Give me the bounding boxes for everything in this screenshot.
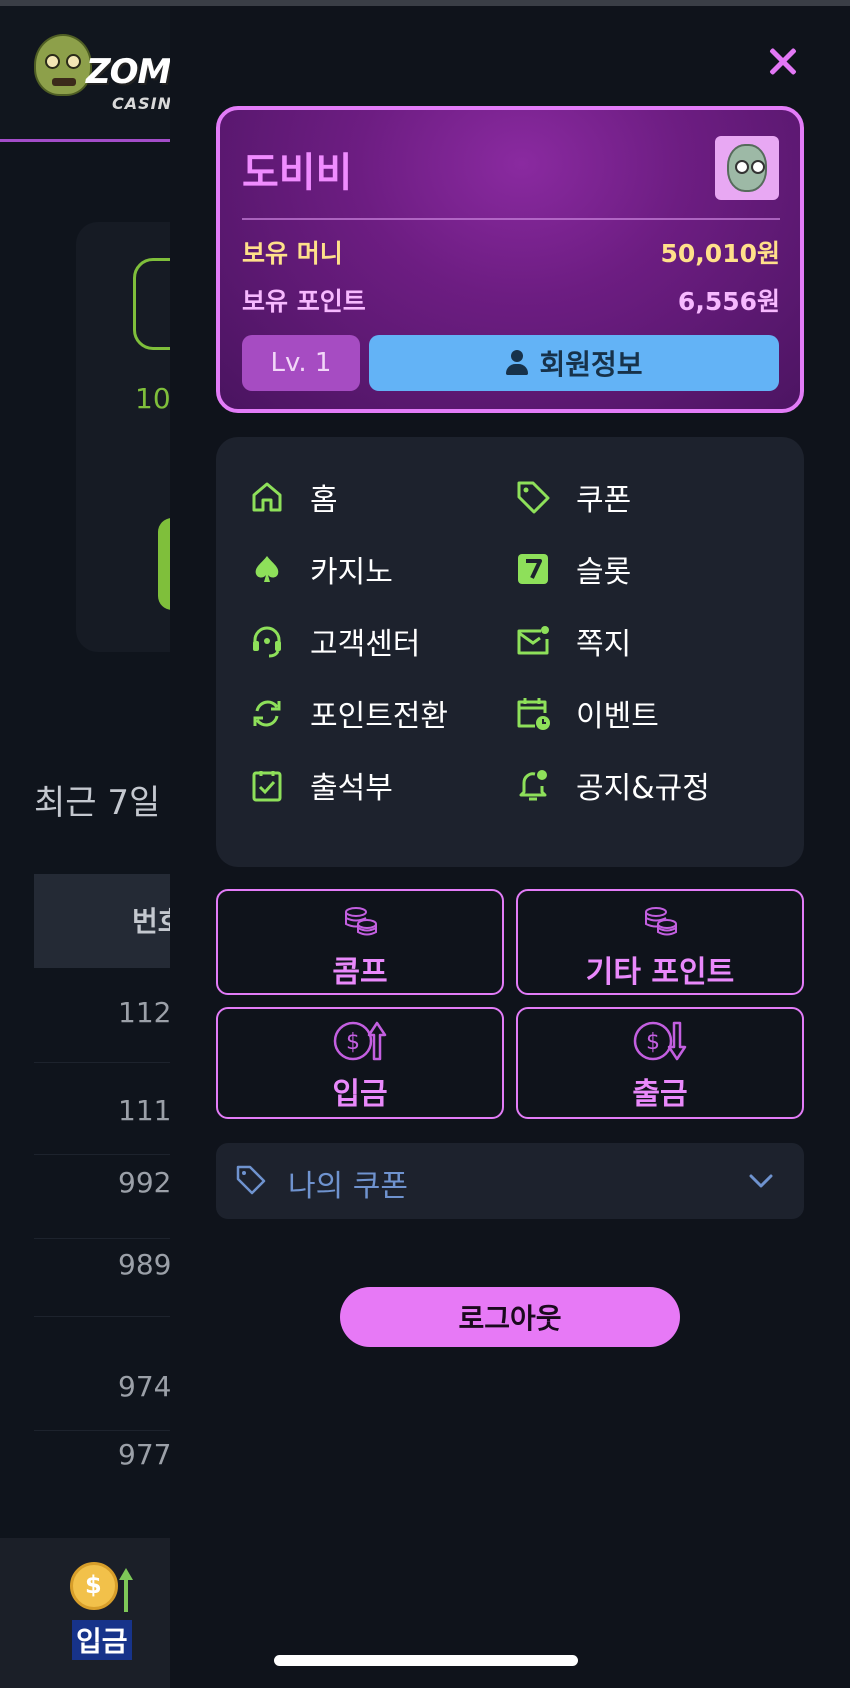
deposit-dollar-arrow-icon: $ <box>333 1021 387 1061</box>
user-icon <box>505 350 529 376</box>
withdraw-dollar-arrow-icon: $ <box>633 1021 687 1061</box>
menu-item-point-exchange[interactable]: 포인트전환 <box>248 691 448 735</box>
home-icon <box>252 482 282 512</box>
home-indicator <box>274 1655 578 1666</box>
username: 도비비 <box>242 150 353 196</box>
menu-panel: 홈 쿠폰 카지노 슬롯 고객센터 쪽지 포인트전환 이벤트 출석부 공지&규정 <box>216 437 804 867</box>
menu-item-label: 쿠폰 <box>576 483 632 518</box>
table-row: 989 <box>118 1248 172 1281</box>
row-divider <box>34 1154 184 1155</box>
site-logo[interactable]: ZOMB CASINO <box>28 30 196 125</box>
headset-icon <box>253 626 281 658</box>
arrow-up-icon <box>119 1568 133 1612</box>
bottom-nav <box>0 1538 170 1688</box>
slot-seven-icon <box>518 554 548 584</box>
bottom-nav-deposit[interactable]: 입금 <box>72 1620 132 1660</box>
table-header: 번호 <box>34 874 184 968</box>
zombie-mascot-icon <box>34 34 92 96</box>
member-info-label: 회원정보 <box>539 348 643 381</box>
menu-item-label: 카지노 <box>310 555 393 590</box>
withdraw-button[interactable]: $ 출금 <box>516 1007 804 1119</box>
coin-icon[interactable]: $ <box>70 1562 118 1610</box>
bell-icon <box>519 770 547 801</box>
recent-title: 최근 7일 <box>34 783 161 823</box>
deposit-label: 입금 <box>332 1077 388 1112</box>
menu-item-label: 쪽지 <box>576 627 632 662</box>
comp-label: 콤프 <box>332 955 388 990</box>
menu-item-label: 출석부 <box>310 771 393 806</box>
row-divider <box>34 1062 184 1063</box>
spade-icon <box>255 556 279 582</box>
points-row: 보유 포인트 6,556원 <box>242 282 780 318</box>
menu-item-casino[interactable]: 카지노 <box>248 547 393 591</box>
site-header: ZOMB CASINO <box>0 6 196 142</box>
menu-item-coupon[interactable]: 쿠폰 <box>514 475 631 519</box>
refresh-icon <box>253 700 281 727</box>
points-value: 6,556원 <box>677 287 780 316</box>
coins-icon <box>345 907 377 936</box>
menu-item-slot[interactable]: 슬롯 <box>514 547 631 591</box>
menu-item-attendance[interactable]: 출석부 <box>248 763 393 807</box>
svg-text:$: $ <box>346 1030 360 1055</box>
table-row: 977 <box>118 1438 172 1471</box>
my-coupon-dropdown[interactable]: 나의 쿠폰 <box>216 1143 804 1219</box>
menu-item-label: 이벤트 <box>576 699 659 734</box>
menu-item-label: 고객센터 <box>310 627 421 662</box>
side-drawer: 도비비 보유 머니 50,010원 보유 포인트 6,556원 Lv. 1 회원… <box>170 6 850 1688</box>
clipboard-check-icon <box>252 771 282 802</box>
tag-icon <box>517 481 550 514</box>
profile-divider <box>242 218 780 220</box>
svg-text:$: $ <box>646 1030 660 1055</box>
avatar[interactable] <box>715 136 779 200</box>
menu-item-label: 홈 <box>310 483 338 518</box>
menu-item-message[interactable]: 쪽지 <box>514 619 631 663</box>
close-icon[interactable] <box>763 42 803 82</box>
screen: ZOMB CASINO 10 최근 7일 번호 1128 1114 992 98… <box>0 0 850 1688</box>
level-badge[interactable]: Lv. 1 <box>242 335 360 391</box>
table-row: 974 <box>118 1370 172 1403</box>
logout-button[interactable]: 로그아웃 <box>340 1287 680 1347</box>
row-divider <box>34 1430 184 1431</box>
menu-item-support[interactable]: 고객센터 <box>248 619 420 663</box>
menu-item-label: 포인트전환 <box>310 699 448 734</box>
menu-item-event[interactable]: 이벤트 <box>514 691 659 735</box>
menu-item-label: 공지&규정 <box>576 771 710 806</box>
coins-icon <box>645 907 677 936</box>
table-row: 992 <box>118 1166 172 1199</box>
other-points-button[interactable]: 기타 포인트 <box>516 889 804 995</box>
tag-icon <box>236 1165 266 1195</box>
money-row: 보유 머니 50,010원 <box>242 234 780 270</box>
menu-item-home[interactable]: 홈 <box>248 475 338 519</box>
withdraw-label: 출금 <box>632 1077 688 1112</box>
my-coupon-label: 나의 쿠폰 <box>288 1169 408 1204</box>
profile-card: 도비비 보유 머니 50,010원 보유 포인트 6,556원 Lv. 1 회원… <box>216 106 804 413</box>
deposit-button[interactable]: $ 입금 <box>216 1007 504 1119</box>
menu-item-notice[interactable]: 공지&규정 <box>514 763 710 807</box>
background-amount: 10 <box>135 382 171 415</box>
zombie-avatar-icon <box>727 144 767 192</box>
points-label: 보유 포인트 <box>242 287 366 316</box>
row-divider <box>34 1316 184 1317</box>
member-info-button[interactable]: 회원정보 <box>369 335 779 391</box>
comp-button[interactable]: 콤프 <box>216 889 504 995</box>
calendar-clock-icon <box>517 698 550 730</box>
row-divider <box>34 1238 184 1239</box>
chevron-down-icon <box>749 1174 773 1188</box>
coin-symbol: $ <box>85 1571 102 1599</box>
mail-icon <box>517 626 549 655</box>
menu-item-label: 슬롯 <box>576 555 632 590</box>
money-label: 보유 머니 <box>242 239 343 268</box>
other-points-label: 기타 포인트 <box>585 955 735 990</box>
money-value: 50,010원 <box>660 239 780 268</box>
